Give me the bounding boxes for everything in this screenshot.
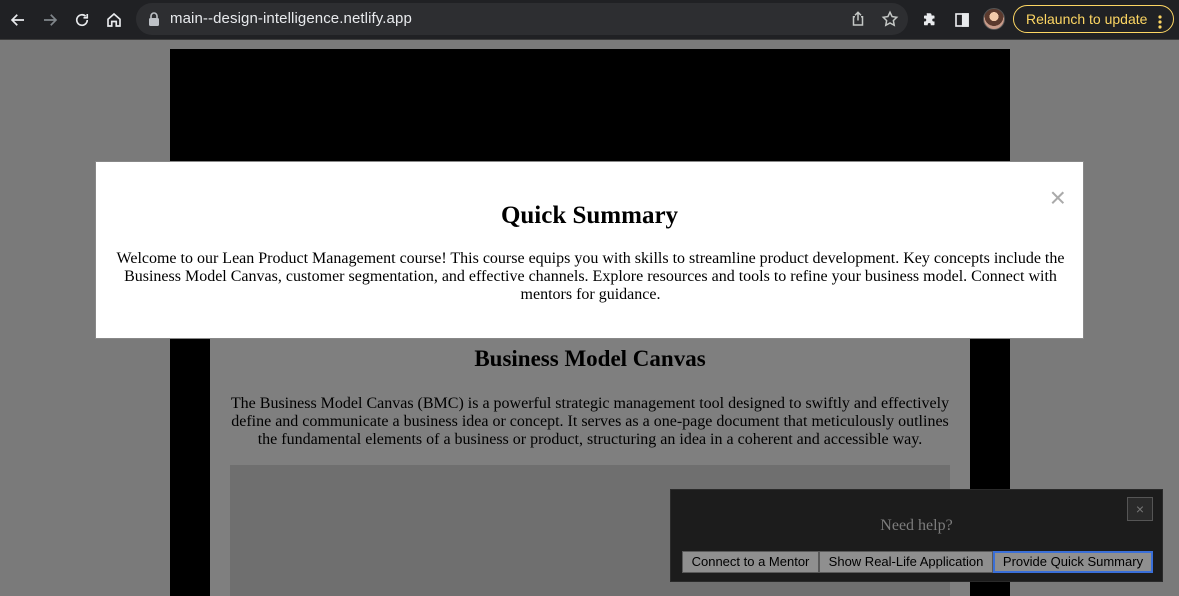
sidepanel-icon[interactable] xyxy=(949,7,975,33)
connect-mentor-button[interactable]: Connect to a Mentor xyxy=(682,551,819,573)
relaunch-button[interactable]: Relaunch to update xyxy=(1013,5,1174,33)
more-vert-icon[interactable] xyxy=(1153,12,1167,29)
url-text[interactable]: main--design-intelligence.netlify.app xyxy=(170,10,412,27)
reload-icon[interactable] xyxy=(69,7,95,33)
extensions-icon[interactable] xyxy=(917,7,943,33)
lock-icon[interactable] xyxy=(146,11,162,27)
browser-toolbar: main--design-intelligence.netlify.app Re… xyxy=(0,0,1179,40)
avatar[interactable] xyxy=(983,8,1005,30)
modal-title: Quick Summary xyxy=(500,202,679,229)
forward-arrow-icon[interactable] xyxy=(37,7,63,33)
modal-text: Welcome to our Lean Product Management c… xyxy=(116,250,1065,303)
quick-summary-button[interactable]: Provide Quick Summary xyxy=(993,551,1153,573)
star-icon[interactable] xyxy=(881,10,899,28)
real-life-application-button[interactable]: Show Real-Life Application xyxy=(819,551,993,573)
back-arrow-icon[interactable] xyxy=(5,7,31,33)
share-icon[interactable] xyxy=(849,10,867,28)
help-widget: × Need help? Connect to a Mentor Show Re… xyxy=(670,489,1163,582)
help-title: Need help? xyxy=(880,517,953,534)
relaunch-label: Relaunch to update xyxy=(1026,11,1148,27)
home-icon[interactable] xyxy=(101,7,127,33)
address-bar[interactable]: main--design-intelligence.netlify.app xyxy=(136,3,908,35)
quick-summary-modal: × Quick Summary Welcome to our Lean Prod… xyxy=(95,161,1084,339)
